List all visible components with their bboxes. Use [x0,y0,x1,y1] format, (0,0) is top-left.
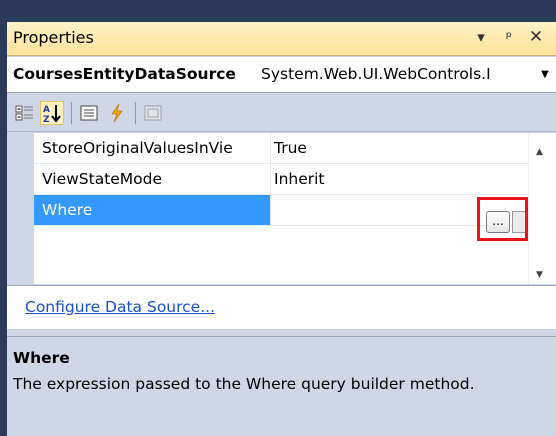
property-grid: StoreOriginalValuesInVie True ViewStateM… [7,133,556,284]
column-divider [270,195,271,225]
properties-icon[interactable] [77,101,101,125]
description-title: Where [13,349,70,367]
properties-window: Properties ▾ ᵖ ✕ CoursesEntityDataSource… [7,22,556,436]
properties-titlebar: Properties ▾ ᵖ ✕ [7,22,556,56]
categorized-icon[interactable] [13,101,37,125]
property-name: ViewStateMode [42,170,163,188]
description-pane: Where The expression passed to the Where… [7,336,556,436]
toolbar-separator [71,102,72,124]
property-value[interactable]: True [274,133,474,163]
property-name: Where [42,201,93,219]
close-icon[interactable]: ✕ [527,26,545,48]
description-text: The expression passed to the Where query… [13,375,475,393]
red-highlight-box [477,197,528,241]
events-lightning-icon[interactable] [105,101,129,125]
grid-gutter [7,133,34,284]
vertical-scrollbar[interactable]: ▲ ▼ [528,133,549,284]
pin-icon[interactable]: ᵖ [500,26,518,48]
property-row-selected[interactable]: Where [34,195,535,226]
chevron-down-icon[interactable]: ▼ [537,66,553,84]
scroll-down-icon[interactable]: ▼ [529,266,550,284]
window-title: Properties [13,28,94,47]
svg-text:A: A [43,105,50,115]
object-selector[interactable]: CoursesEntityDataSource System.Web.UI.We… [7,57,556,93]
object-name: CoursesEntityDataSource [13,65,236,83]
toolbar-separator [135,102,136,124]
object-type: System.Web.UI.WebControls.I [261,65,491,83]
property-pages-icon[interactable] [141,101,165,125]
alphabetical-sort-icon[interactable]: A Z [40,101,64,125]
property-row[interactable]: ViewStateMode Inherit [34,164,535,195]
property-value[interactable]: Inherit [274,164,474,194]
property-row[interactable]: StoreOriginalValuesInVie True [34,133,535,164]
property-name: StoreOriginalValuesInVie [42,139,233,157]
column-divider [270,164,271,194]
svg-text:Z: Z [43,115,50,124]
configure-data-source-link[interactable]: Configure Data Source... [25,298,215,316]
properties-toolbar: A Z [7,94,556,132]
chevron-down-icon[interactable]: ▾ [472,26,490,48]
commands-pane: Configure Data Source... [7,285,556,329]
column-divider [270,133,271,163]
scroll-up-icon[interactable]: ▲ [529,143,550,161]
